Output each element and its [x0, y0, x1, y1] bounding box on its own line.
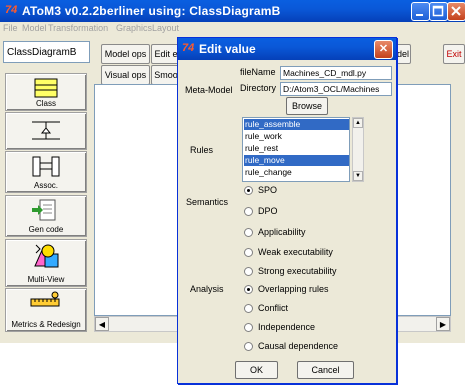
- rules-scrollbar[interactable]: ▲ ▼: [352, 117, 364, 182]
- menu-file[interactable]: File: [3, 23, 18, 33]
- tool-metrics-label: Metrics & Redesign: [11, 320, 81, 329]
- del-button[interactable]: del: [395, 44, 411, 64]
- semantics-label: Semantics: [186, 197, 229, 207]
- exit-button[interactable]: Exit: [443, 44, 465, 64]
- minimize-button[interactable]: [411, 2, 430, 21]
- analysis-option-label: Overlapping rules: [258, 284, 329, 294]
- dialog-title: Edit value: [199, 42, 256, 56]
- rules-label: Rules: [190, 145, 214, 155]
- dialog-titlebar[interactable]: 74 Edit value ✕: [178, 38, 396, 60]
- tool-class-label: Class: [35, 99, 56, 108]
- analysis-option-label: Strong executability: [258, 266, 337, 276]
- radio-icon[interactable]: [244, 267, 253, 276]
- dialog-logo-icon: 74: [182, 42, 195, 54]
- multi-view-icon: [34, 244, 59, 268]
- radio-icon[interactable]: [244, 342, 253, 351]
- dialog-close-button[interactable]: ✕: [374, 40, 393, 59]
- analysis-option-label: Causal dependence: [258, 341, 339, 351]
- metrics-icon: [30, 291, 60, 307]
- browse-button[interactable]: Browse: [286, 97, 328, 115]
- radio-icon[interactable]: [244, 304, 253, 313]
- tool-gen-code-label: Gen code: [28, 225, 64, 234]
- filename-field[interactable]: Machines_CD_mdl.py: [280, 66, 392, 80]
- rule-item-move[interactable]: rule_move: [244, 155, 349, 166]
- cancel-button[interactable]: Cancel: [297, 361, 354, 379]
- close-icon: [451, 6, 461, 16]
- semantics-option-label: DPO: [258, 206, 278, 216]
- rules-scroll-down-button[interactable]: ▼: [353, 171, 363, 181]
- scroll-right-button[interactable]: ▶: [436, 317, 450, 331]
- metamodel-name-label: ClassDiagramB: [3, 41, 90, 63]
- radio-icon[interactable]: [244, 285, 253, 294]
- filename-label: fileName: [240, 67, 276, 77]
- tool-association-button[interactable]: Assoc.: [5, 151, 87, 193]
- maximize-icon: [432, 5, 444, 17]
- tool-class-button[interactable]: Class: [5, 73, 87, 111]
- minimize-icon: [416, 14, 423, 16]
- ok-button[interactable]: OK: [235, 361, 278, 379]
- analysis-option-label: Conflict: [258, 303, 289, 313]
- radio-icon[interactable]: [244, 186, 253, 195]
- close-window-button[interactable]: [447, 2, 465, 21]
- tool-inheritance-button[interactable]: [5, 112, 87, 150]
- menu-graphics[interactable]: Graphics: [116, 23, 152, 33]
- meta-model-label: Meta-Model: [185, 85, 233, 95]
- rules-listbox[interactable]: rule_assemble rule_work rule_rest rule_m…: [242, 117, 350, 182]
- tool-gen-code-button[interactable]: Gen code: [5, 195, 87, 237]
- tool-metrics-button[interactable]: Metrics & Redesign: [5, 288, 87, 332]
- rule-item-rest[interactable]: rule_rest: [244, 143, 349, 154]
- menu-layout[interactable]: Layout: [152, 23, 179, 33]
- menu-transformation[interactable]: Transformation: [48, 23, 108, 33]
- semantics-option-label: SPO: [258, 185, 278, 195]
- maximize-button[interactable]: [429, 2, 448, 21]
- window-title: AToM3 v0.2.2berliner using: ClassDiagram…: [22, 4, 281, 18]
- inheritance-icon: [32, 121, 60, 140]
- gen-code-icon: [32, 199, 56, 221]
- metamodel-name-text: ClassDiagramB: [7, 47, 77, 58]
- model-ops-button[interactable]: Model ops: [101, 44, 150, 64]
- directory-label: Directory: [240, 83, 277, 93]
- class-icon: [34, 78, 58, 98]
- main-titlebar[interactable]: 74 AToM3 v0.2.2berliner using: ClassDiag…: [0, 0, 465, 22]
- radio-icon[interactable]: [244, 323, 253, 332]
- radio-icon[interactable]: [244, 248, 253, 257]
- scroll-left-button[interactable]: ◀: [95, 317, 109, 331]
- menu-model[interactable]: Model: [22, 23, 47, 33]
- app-logo-icon: 74: [5, 4, 18, 16]
- directory-field[interactable]: D:/Atom3_OCL/Machines: [280, 82, 392, 96]
- analysis-option-label: Applicability: [258, 227, 306, 237]
- tool-multi-view-button[interactable]: Multi-View: [5, 239, 87, 287]
- edit-value-dialog: 74 Edit value ✕ fileName Machines_CD_mdl…: [177, 37, 397, 384]
- association-icon: [32, 156, 60, 177]
- tool-multi-view-label: Multi-View: [27, 275, 65, 284]
- rules-scroll-up-button[interactable]: ▲: [353, 118, 363, 128]
- rule-item-change[interactable]: rule_change: [244, 167, 349, 178]
- menubar: File Model Transformation Graphics Layou…: [0, 22, 465, 36]
- radio-icon[interactable]: [244, 207, 253, 216]
- rule-item-work[interactable]: rule_work: [244, 131, 349, 142]
- visual-ops-button[interactable]: Visual ops: [101, 65, 150, 85]
- rule-item-assemble[interactable]: rule_assemble: [244, 119, 349, 130]
- analysis-option-label: Independence: [258, 322, 316, 332]
- tool-association-label: Assoc.: [33, 181, 58, 190]
- analysis-option-label: Weak executability: [258, 247, 333, 257]
- analysis-label: Analysis: [190, 284, 224, 294]
- radio-icon[interactable]: [244, 228, 253, 237]
